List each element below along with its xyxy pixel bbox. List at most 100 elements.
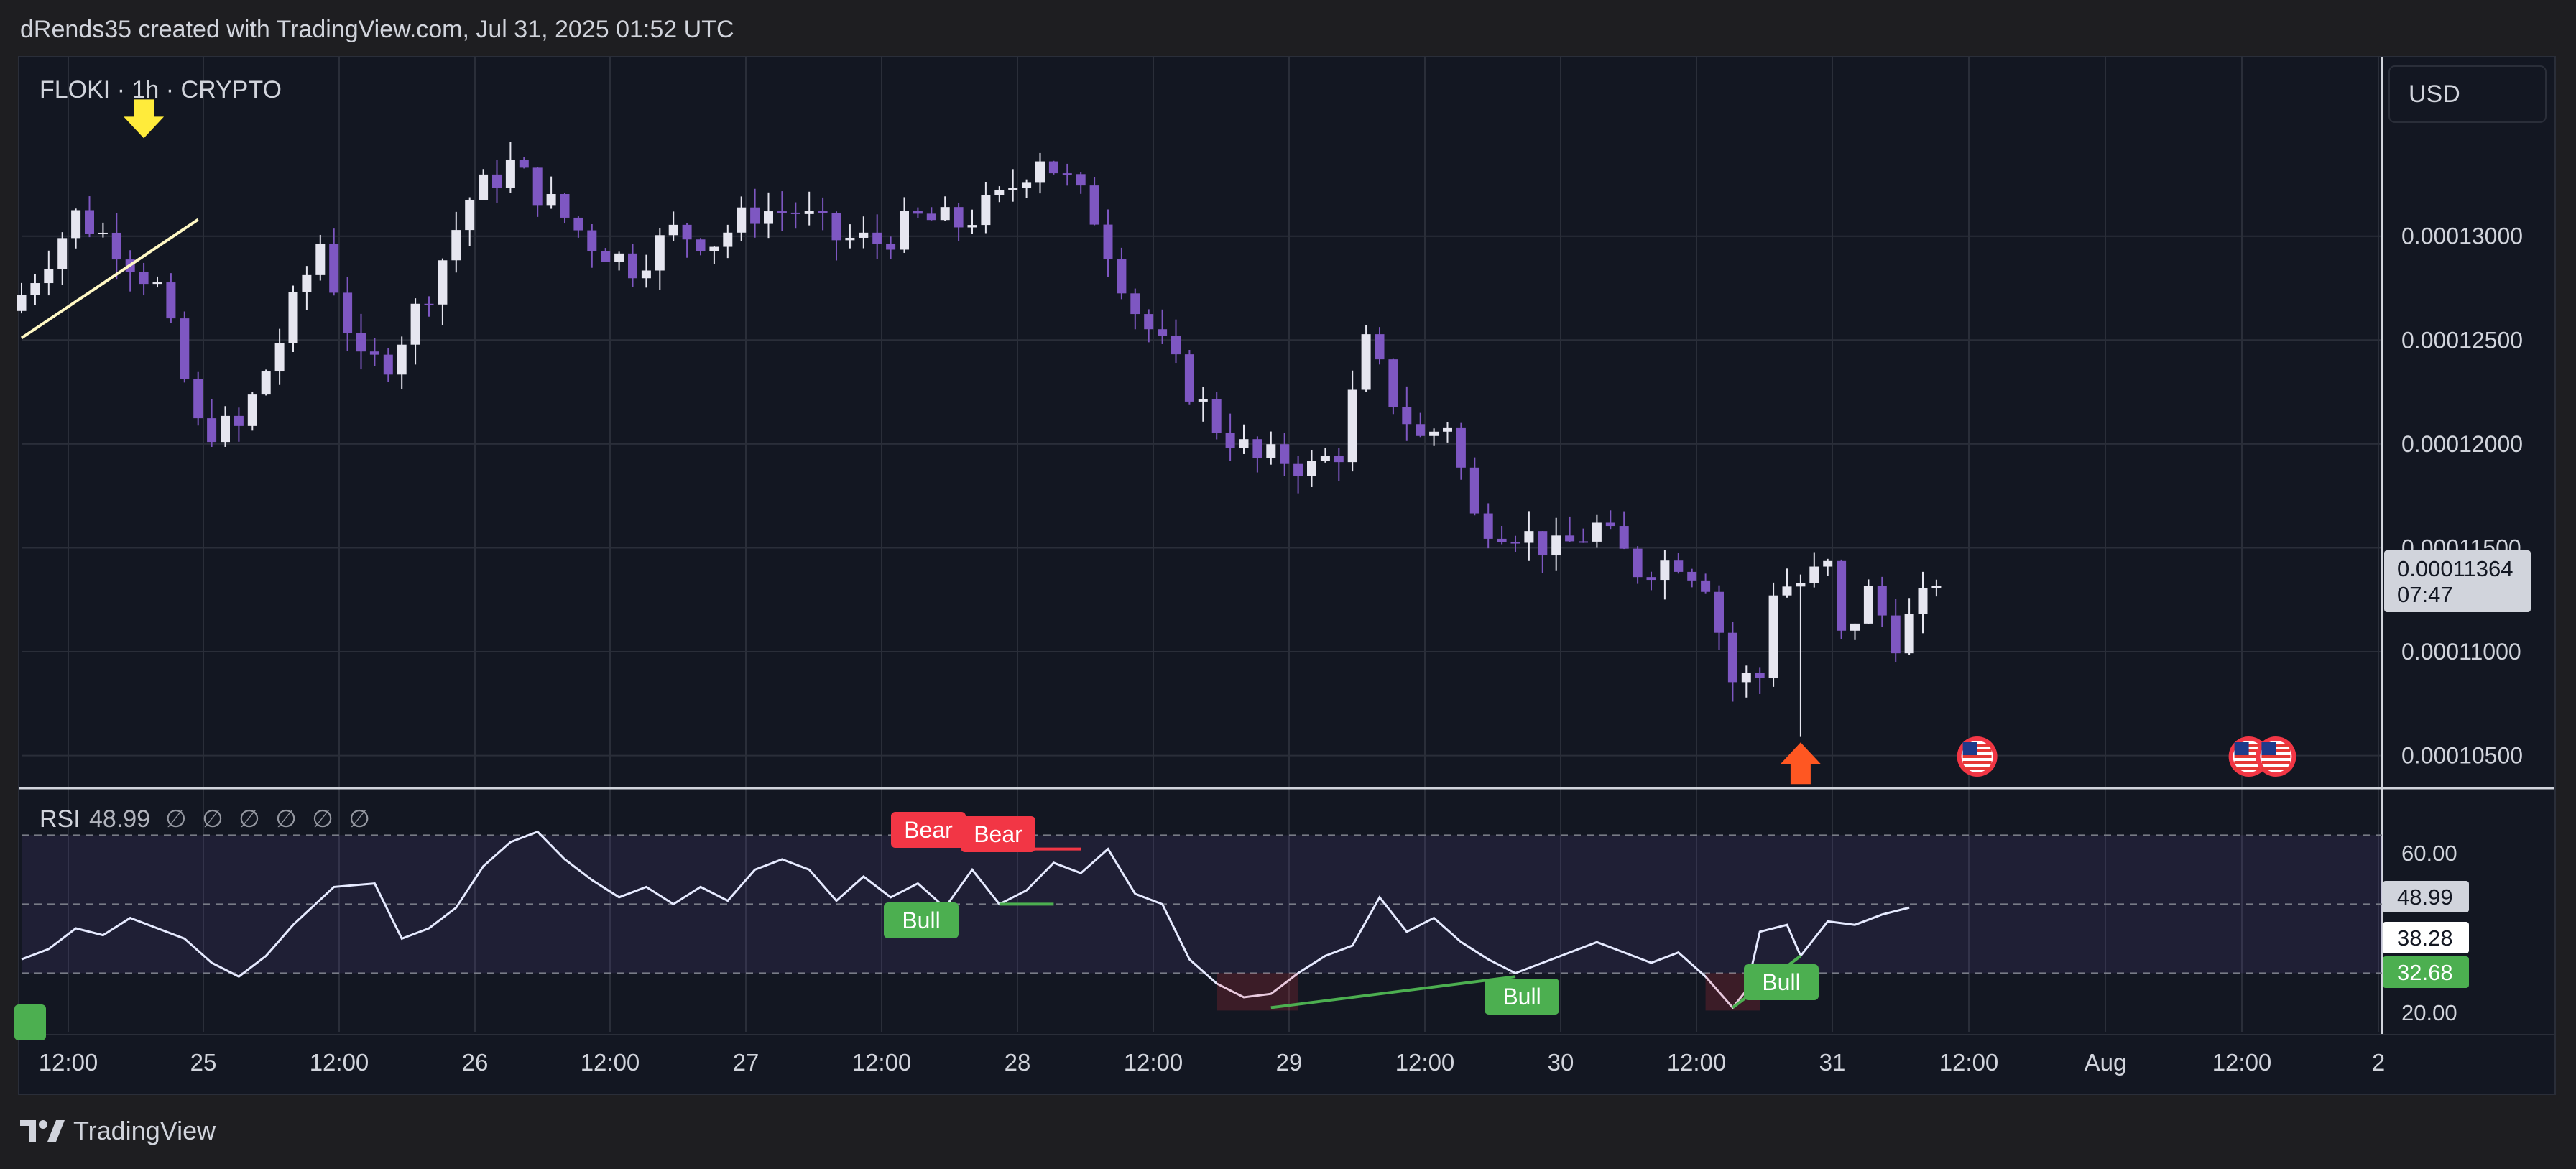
time-axis-label: 28 — [1005, 1049, 1031, 1076]
tradingview-logo-text: TradingView — [73, 1116, 216, 1145]
candle — [438, 258, 448, 325]
currency-button[interactable]: USD — [2388, 65, 2547, 123]
candle-body — [111, 232, 121, 260]
candle-body — [1674, 560, 1684, 572]
candle-body — [1891, 615, 1901, 654]
candle-body — [17, 295, 27, 311]
candle-body — [1280, 444, 1290, 464]
candle-body — [1877, 586, 1887, 616]
candle-body — [166, 282, 176, 319]
candle-body — [288, 292, 298, 343]
candle — [546, 176, 556, 209]
us-flag-event-icon[interactable] — [2256, 736, 2296, 777]
candle-body — [587, 230, 597, 251]
rsi-band — [22, 834, 2382, 974]
candle-body — [424, 303, 434, 305]
candle-body — [1144, 314, 1154, 330]
candle — [1863, 579, 1873, 624]
candle — [1931, 579, 1942, 597]
candle-body — [1741, 673, 1751, 683]
time-axis-label: 2 — [2372, 1049, 2385, 1076]
candle-body — [234, 415, 244, 426]
candle-body — [1809, 566, 1819, 583]
rsi-legend-placeholders: ∅ ∅ ∅ ∅ ∅ ∅ — [165, 805, 374, 833]
rsi-value-tag: 38.28 — [2383, 922, 2469, 953]
candle-body — [1239, 439, 1249, 448]
candle-body — [1510, 542, 1520, 544]
candle — [1443, 422, 1452, 443]
candle — [750, 188, 760, 238]
candle-body — [655, 235, 665, 271]
candle-body — [1089, 185, 1099, 225]
bear-divergence-label: Bear — [891, 812, 966, 848]
candle — [397, 336, 407, 389]
candle — [207, 399, 217, 448]
candle-body — [438, 260, 448, 305]
bull-divergence-label: Bull — [1485, 979, 1559, 1015]
candle — [1918, 571, 1928, 634]
chart-svg[interactable]: Bear Bear Bull Bull Bull 0.00013000 0.0001250… — [0, 0, 2576, 1169]
candle-body — [859, 232, 869, 238]
candle — [1211, 392, 1222, 440]
candle-body — [44, 269, 54, 284]
candle-body — [1714, 591, 1724, 633]
rsi-legend-value: 48.99 — [89, 805, 150, 833]
candle — [1538, 531, 1548, 573]
candle — [1280, 433, 1290, 476]
candle — [709, 246, 719, 264]
candle — [505, 142, 515, 193]
candle-body — [1796, 583, 1806, 587]
flag-stripe — [2261, 755, 2291, 758]
time-axis-label: 12:00 — [852, 1049, 912, 1076]
candle — [628, 244, 637, 287]
candle — [737, 196, 747, 241]
candle-body — [261, 371, 271, 395]
time-axis-label: 12:00 — [1124, 1049, 1183, 1076]
candle-body — [682, 224, 692, 240]
candle — [1266, 431, 1276, 465]
candle-body — [274, 343, 285, 372]
candle-body — [519, 160, 529, 168]
candle — [831, 211, 841, 261]
candle-body — [315, 244, 326, 275]
candle — [1579, 528, 1588, 543]
candle — [1605, 510, 1615, 530]
rsi-legend[interactable]: RSI 48.99 ∅ ∅ ∅ ∅ ∅ ∅ — [40, 805, 374, 833]
candle-body — [723, 232, 733, 247]
candle — [1184, 350, 1194, 405]
tradingview-logo-icon — [20, 1120, 65, 1142]
candle-body — [383, 354, 393, 375]
candle — [886, 236, 896, 260]
us-flag-event-icon[interactable] — [1957, 736, 1998, 777]
rsi-value-tag: 32.68 — [2383, 956, 2469, 988]
candle — [1008, 169, 1018, 202]
tradingview-logo[interactable]: TradingView — [20, 1115, 216, 1147]
candle-body — [940, 207, 950, 221]
candle — [410, 298, 420, 365]
up-arrow-icon — [1780, 742, 1821, 785]
candle — [98, 222, 108, 238]
candle-body — [1687, 571, 1697, 581]
candle — [940, 196, 950, 221]
candle-body — [777, 211, 787, 213]
flag-stripe — [1962, 761, 1992, 764]
candle-body — [1402, 407, 1412, 425]
flag-stripe — [2261, 761, 2291, 764]
price-axis-label: 0.00012500 — [2401, 327, 2523, 353]
candle — [900, 197, 909, 253]
candle — [981, 182, 991, 234]
candle — [85, 196, 94, 238]
rsi-level-lower-label: 20.00 — [2401, 1000, 2457, 1025]
footer-bar — [0, 1095, 2576, 1169]
candle — [71, 208, 81, 249]
candle — [1158, 309, 1168, 344]
candle-body — [57, 238, 68, 269]
candle — [1823, 558, 1833, 576]
symbol-label[interactable]: FLOKI · 1h · CRYPTO — [40, 76, 282, 103]
down-arrow-icon — [124, 99, 165, 139]
candle — [1117, 247, 1127, 300]
candle-body — [465, 200, 475, 231]
bear-divergence-label-text: Bear — [974, 821, 1022, 847]
candle-body — [1429, 431, 1439, 436]
candle — [1062, 163, 1072, 186]
